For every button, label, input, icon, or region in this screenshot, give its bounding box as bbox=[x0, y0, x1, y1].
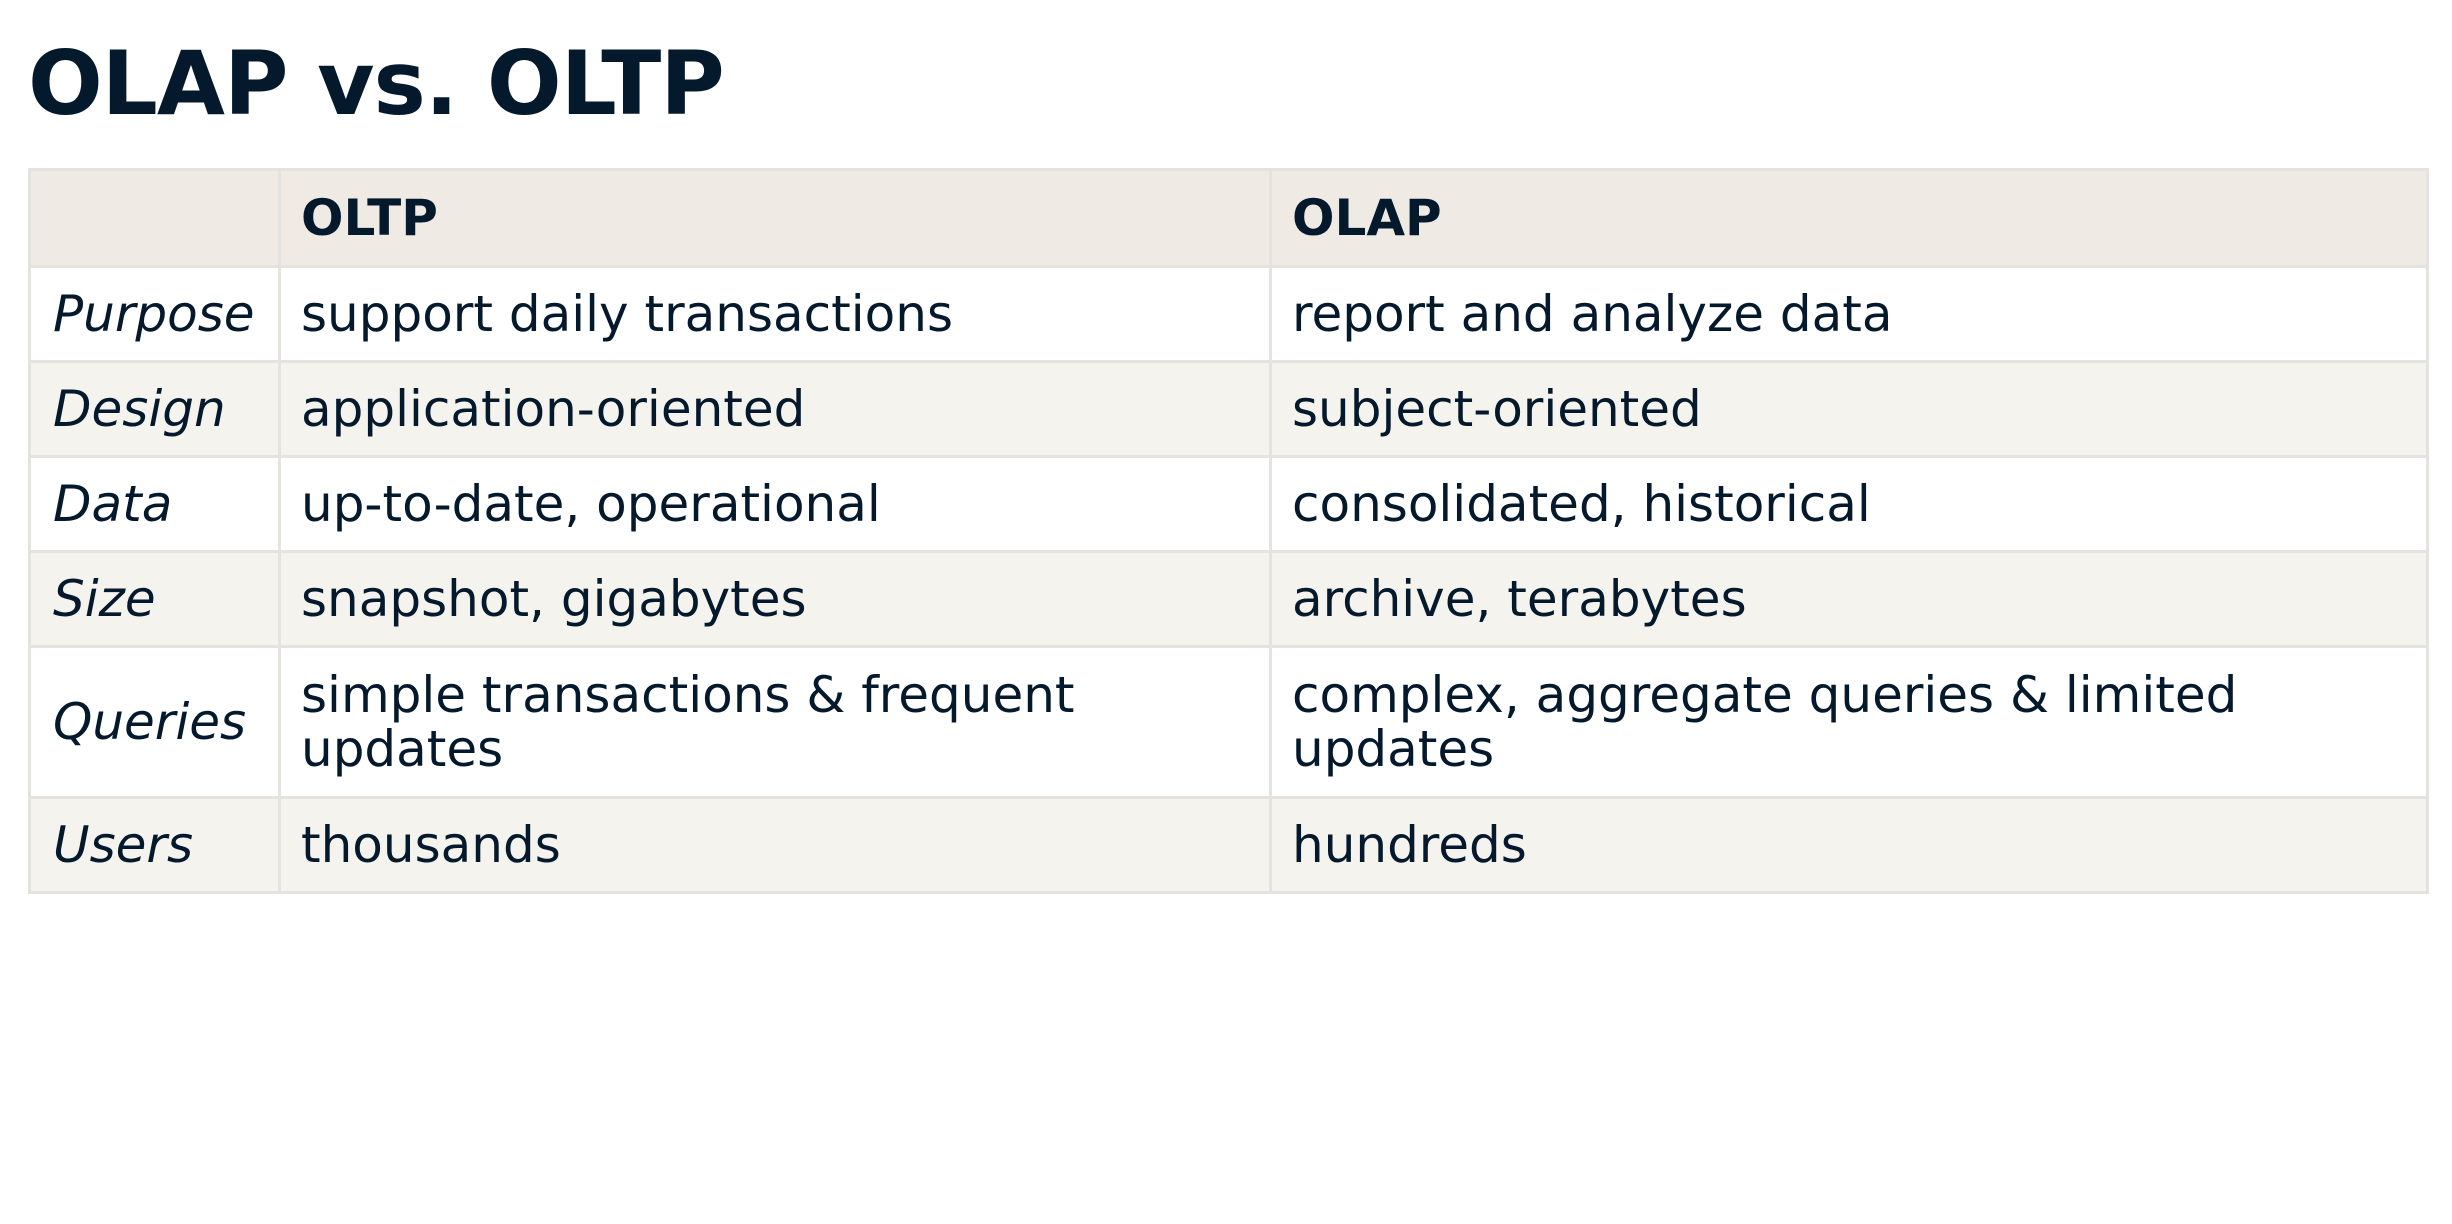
row-label: Data bbox=[28, 455, 281, 553]
table-row-purpose: Purpose support daily transactions repor… bbox=[28, 265, 2429, 363]
oltp-cell: application-oriented bbox=[278, 360, 1272, 458]
table-row-data: Data up-to-date, operational consolidate… bbox=[28, 455, 2429, 553]
row-label: Purpose bbox=[28, 265, 281, 363]
row-label: Design bbox=[28, 360, 281, 458]
oltp-cell: simple transactions & frequent updates bbox=[278, 645, 1272, 799]
table-row-design: Design application-oriented subject-orie… bbox=[28, 360, 2429, 458]
table-row-size: Size snapshot, gigabytes archive, teraby… bbox=[28, 550, 2429, 648]
olap-cell: archive, terabytes bbox=[1269, 550, 2429, 648]
header-cell-oltp: OLTP bbox=[278, 168, 1272, 268]
oltp-cell: thousands bbox=[278, 796, 1272, 894]
table-row-queries: Queries simple transactions & frequent u… bbox=[28, 645, 2429, 799]
row-label: Size bbox=[28, 550, 281, 648]
header-cell-empty bbox=[28, 168, 281, 268]
header-row: OLTP OLAP bbox=[28, 168, 2429, 268]
oltp-cell: snapshot, gigabytes bbox=[278, 550, 1272, 648]
comparison-table: OLTP OLAP Purpose support daily transact… bbox=[28, 168, 2429, 894]
olap-cell: complex, aggregate queries & limited upd… bbox=[1269, 645, 2429, 799]
row-label: Users bbox=[28, 796, 281, 894]
olap-cell: hundreds bbox=[1269, 796, 2429, 894]
table-row-users: Users thousands hundreds bbox=[28, 796, 2429, 894]
header-cell-olap: OLAP bbox=[1269, 168, 2429, 268]
page-title: OLAP vs. OLTP bbox=[28, 32, 725, 135]
row-label: Queries bbox=[28, 645, 281, 799]
oltp-cell: up-to-date, operational bbox=[278, 455, 1272, 553]
olap-cell: consolidated, historical bbox=[1269, 455, 2429, 553]
olap-cell: report and analyze data bbox=[1269, 265, 2429, 363]
oltp-cell: support daily transactions bbox=[278, 265, 1272, 363]
olap-cell: subject-oriented bbox=[1269, 360, 2429, 458]
